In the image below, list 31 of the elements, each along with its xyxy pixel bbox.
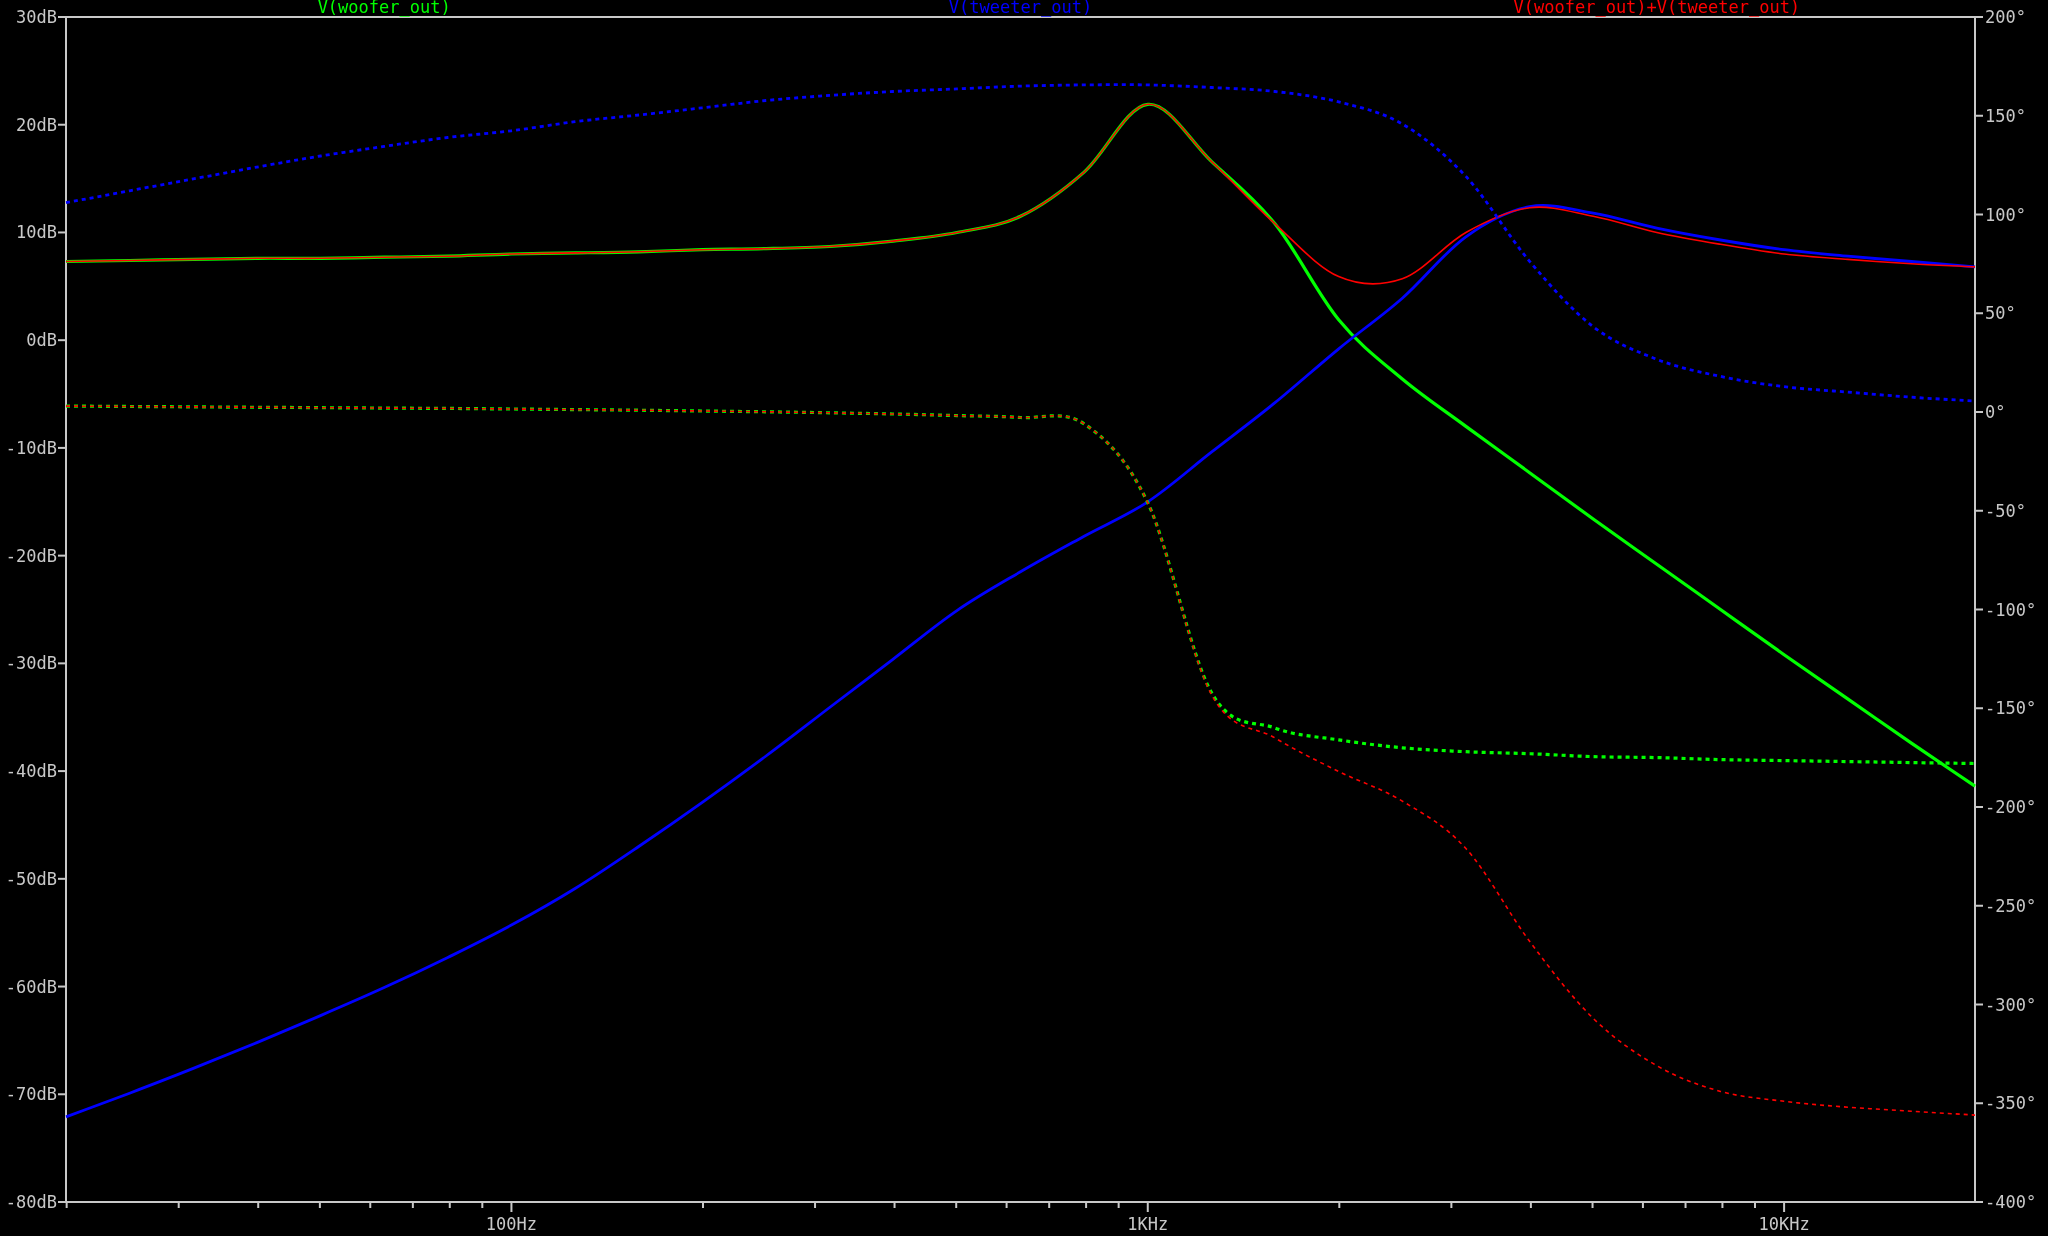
axis-tick-label: 0dB — [26, 330, 57, 351]
axis-tick-label: 20dB — [16, 114, 57, 135]
legend-label: V(woofer_out) — [317, 0, 451, 17]
axis-tick-label: 100° — [1985, 204, 2026, 225]
axis-tick-label: -80dB — [5, 1192, 57, 1212]
axis-tick-label: -70dB — [5, 1084, 57, 1105]
axis-tick-label: -200° — [1985, 797, 2037, 817]
axis-tick-label: -400° — [1985, 1192, 2037, 1212]
axis-tick-label: 10KHz — [1758, 1214, 1810, 1234]
legend-label: V(tweeter_out) — [948, 0, 1093, 17]
axis-tick-label: -60dB — [5, 976, 57, 997]
axis-tick-label: 50° — [1985, 303, 2016, 324]
axis-tick-label: -100° — [1985, 599, 2037, 620]
axis-tick-label: -250° — [1985, 895, 2037, 916]
axis-tick-label: -350° — [1985, 1093, 2037, 1114]
axis-tick-label: 200° — [1985, 7, 2026, 27]
legend-label: V(woofer_out)+V(tweeter_out) — [1513, 0, 1801, 17]
axis-tick-label: 1KHz — [1127, 1214, 1169, 1234]
axis-tick-label: -150° — [1985, 698, 2037, 719]
axis-tick-label: 150° — [1985, 105, 2026, 126]
axis-tick-label: -10dB — [5, 437, 57, 458]
axis-tick-label: -50dB — [5, 868, 57, 889]
axis-tick-label: 0° — [1985, 402, 2006, 422]
axis-tick-label: 10dB — [16, 222, 57, 243]
axis-tick-label: 100Hz — [485, 1214, 538, 1234]
axis-tick-label: -30dB — [5, 653, 57, 674]
axis-tick-label: -40dB — [5, 761, 57, 782]
axis-tick-label: -50° — [1985, 500, 2026, 521]
axis-tick-label: -300° — [1985, 994, 2037, 1015]
axis-tick-label: -20dB — [5, 545, 57, 566]
axis-tick-label: 30dB — [16, 7, 57, 27]
